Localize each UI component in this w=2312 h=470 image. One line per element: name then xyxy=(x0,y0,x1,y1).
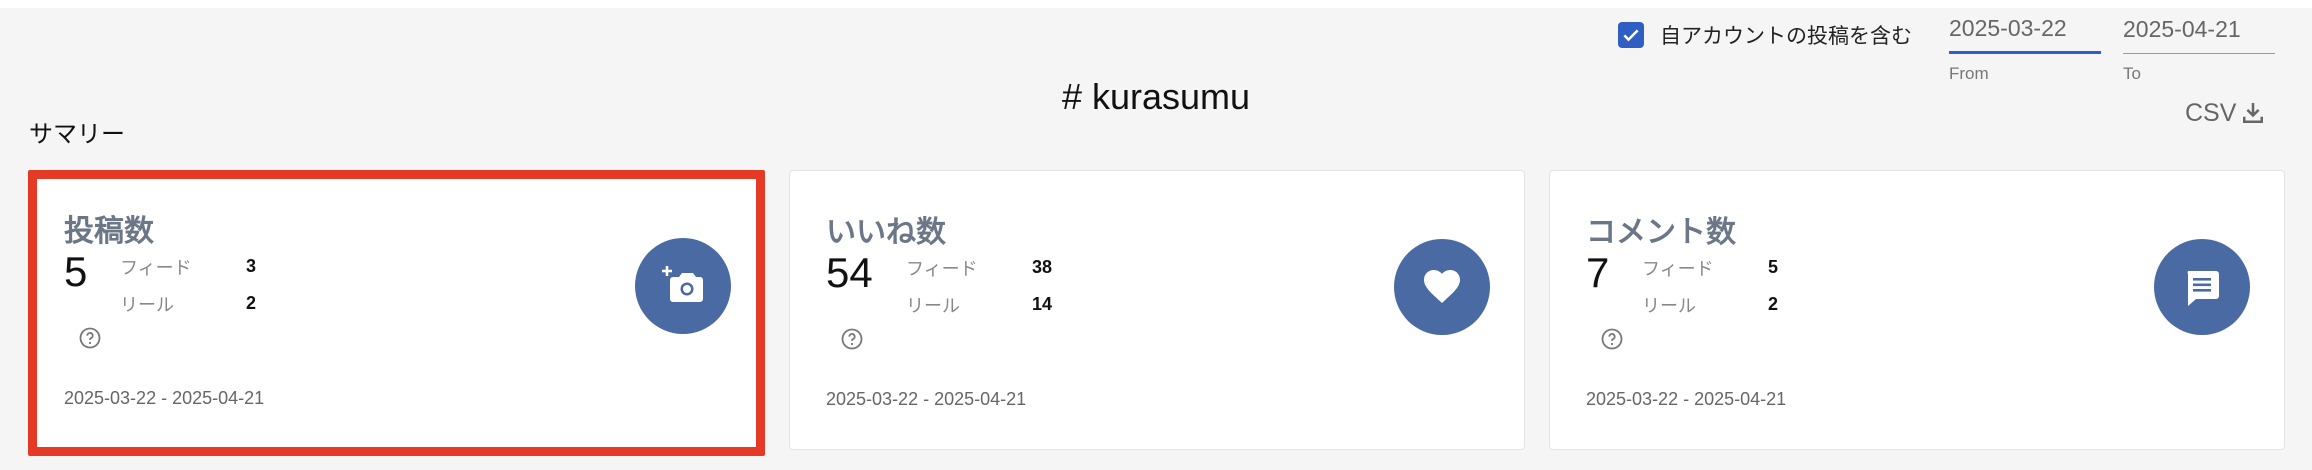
add-photo-icon xyxy=(662,266,703,302)
card-period: 2025-03-22 - 2025-04-21 xyxy=(1586,389,1787,409)
card-title: いいね数 xyxy=(826,215,946,250)
card-title: コメント数 xyxy=(1586,215,1736,250)
comment-icon-badge xyxy=(2154,239,2250,335)
help-icon[interactable] xyxy=(78,326,102,350)
date-from-field[interactable]: From xyxy=(1949,10,2101,84)
card-breakdown: フィード 3 リール 2 xyxy=(120,248,256,322)
breakdown-label: リール xyxy=(120,294,174,316)
card-breakdown: フィード 5 リール 2 xyxy=(1642,249,1778,323)
help-icon[interactable] xyxy=(1600,327,1624,351)
card-total: 7 xyxy=(1586,249,1610,296)
card-total: 54 xyxy=(826,249,873,296)
breakdown-label: リール xyxy=(906,295,960,317)
comment-icon xyxy=(2187,271,2219,306)
card-breakdown: フィード 38 リール 14 xyxy=(906,249,1052,323)
breakdown-value: 38 xyxy=(1032,257,1053,277)
page-title: # kurasumu xyxy=(1061,76,1251,117)
breakdown-label: フィード xyxy=(1642,258,1714,280)
heart-icon-badge xyxy=(1394,239,1490,335)
card-title: 投稿数 xyxy=(64,214,154,249)
card-total: 5 xyxy=(64,248,88,295)
card-period: 2025-03-22 - 2025-04-21 xyxy=(826,389,1027,409)
summary-heading: サマリー xyxy=(29,120,125,148)
help-icon[interactable] xyxy=(840,327,864,351)
date-from-input[interactable] xyxy=(1949,10,2101,54)
breakdown-label: フィード xyxy=(120,257,192,279)
date-to-field[interactable]: To xyxy=(2123,10,2275,84)
breakdown-label: フィード xyxy=(906,258,978,280)
breakdown-label: リール xyxy=(1642,295,1696,317)
breakdown-value: 14 xyxy=(1032,294,1053,314)
breakdown-value: 5 xyxy=(1768,257,1779,277)
breakdown-row-feed: フィード 3 xyxy=(120,248,256,285)
csv-download-button[interactable]: CSV xyxy=(2185,98,2268,128)
breakdown-value: 3 xyxy=(246,256,257,276)
heart-icon xyxy=(1424,270,1460,303)
comments-count-card[interactable]: コメント数 7 フィード 5 リール 2 2025-03-22 - 2025-0… xyxy=(1549,170,2285,450)
checkmark-icon xyxy=(1623,29,1639,42)
breakdown-row-feed: フィード 5 xyxy=(1642,249,1778,286)
include-own-account-toggle[interactable]: 自アカウントの投稿を含む xyxy=(1618,18,1912,52)
include-own-account-label: 自アカウントの投稿を含む xyxy=(1660,24,1912,48)
top-strip xyxy=(0,0,2312,8)
include-own-account-checkbox[interactable] xyxy=(1618,22,1644,48)
breakdown-row-reel: リール 2 xyxy=(1642,286,1778,323)
csv-label: CSV xyxy=(2185,98,2237,127)
breakdown-value: 2 xyxy=(246,293,257,313)
add-photo-icon-badge xyxy=(635,238,731,334)
breakdown-row-feed: フィード 38 xyxy=(906,249,1052,286)
breakdown-row-reel: リール 2 xyxy=(120,285,256,322)
date-to-input[interactable] xyxy=(2123,10,2275,54)
breakdown-value: 2 xyxy=(1768,294,1779,314)
likes-count-card[interactable]: いいね数 54 フィード 38 リール 14 2025-03-22 - 2025… xyxy=(789,170,1525,450)
download-icon xyxy=(2243,103,2264,123)
breakdown-row-reel: リール 14 xyxy=(906,286,1052,323)
posts-count-card[interactable]: 投稿数 5 フィード 3 リール 2 2025-03-22 - 2025-04-… xyxy=(28,170,765,456)
card-period: 2025-03-22 - 2025-04-21 xyxy=(64,388,265,408)
